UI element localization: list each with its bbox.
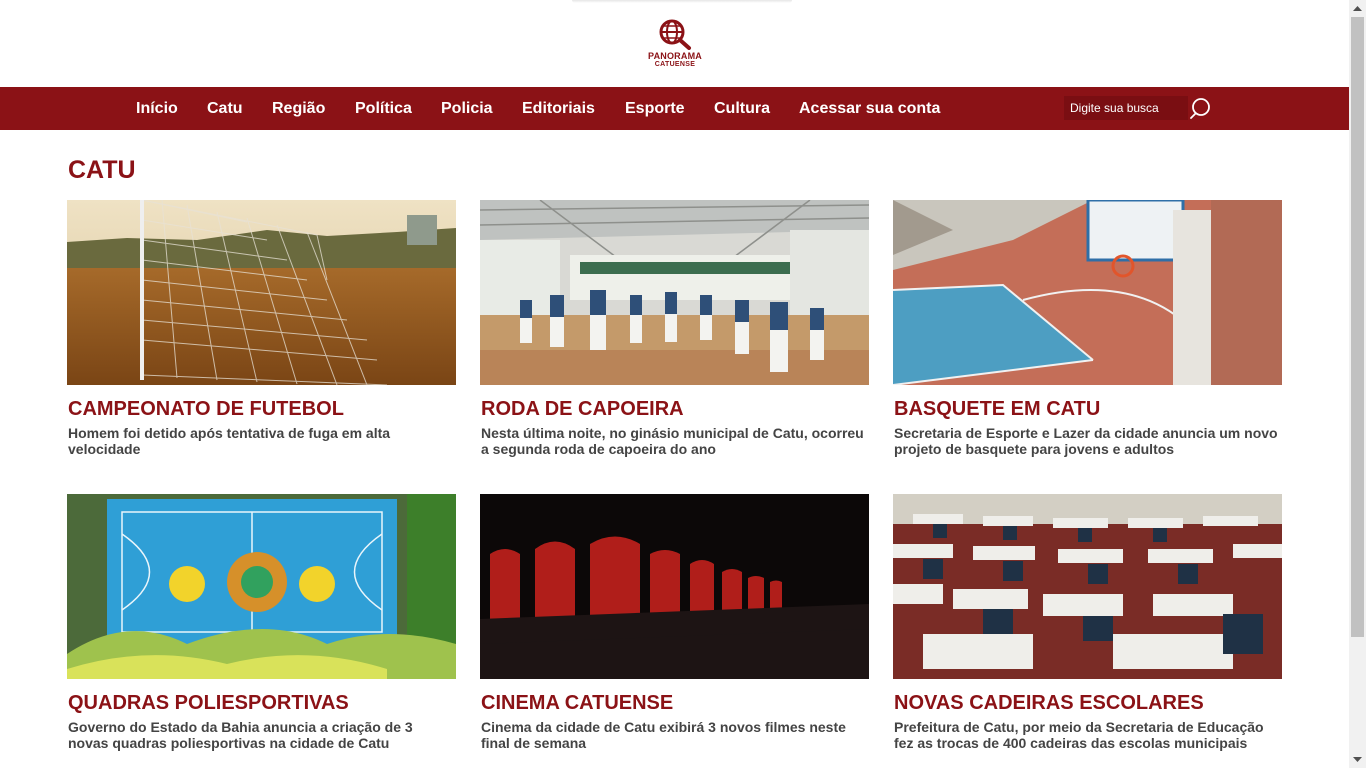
- site-header: PANORAMA CATUENSE: [0, 0, 1349, 87]
- card-title[interactable]: RODA DE CAPOEIRA: [481, 397, 869, 421]
- news-card[interactable]: NOVAS CADEIRAS ESCOLARES Prefeitura de C…: [893, 494, 1282, 751]
- card-description: Secretaria de Esporte e Lazer da cidade …: [894, 425, 1278, 457]
- scroll-up-arrow-icon[interactable]: [1349, 0, 1366, 17]
- card-description: Prefeitura de Catu, por meio da Secretar…: [894, 719, 1264, 751]
- cinema-seats-photo[interactable]: [480, 494, 869, 679]
- news-card[interactable]: QUADRAS POLIESPORTIVAS Governo do Estado…: [67, 494, 456, 751]
- news-card[interactable]: RODA DE CAPOEIRA Nesta última noite, no …: [480, 200, 869, 457]
- card-title[interactable]: NOVAS CADEIRAS ESCOLARES: [894, 691, 1282, 715]
- nav-item-esporte[interactable]: Esporte: [625, 87, 685, 130]
- card-description: Governo do Estado da Bahia anuncia a cri…: [68, 719, 413, 751]
- basketball-court-photo[interactable]: [893, 200, 1282, 385]
- top-shadow: [572, 0, 792, 3]
- card-title[interactable]: CINEMA CATUENSE: [481, 691, 869, 715]
- nav-item-policia[interactable]: Policia: [441, 87, 493, 130]
- scroll-down-arrow-icon[interactable]: [1349, 751, 1366, 768]
- nav-item-catu[interactable]: Catu: [207, 87, 243, 130]
- search-icon[interactable]: [1190, 97, 1214, 121]
- nav-item-editoriais[interactable]: Editoriais: [522, 87, 595, 130]
- classroom-desks-photo[interactable]: [893, 494, 1282, 679]
- card-title[interactable]: CAMPEONATO DE FUTEBOL: [68, 397, 456, 421]
- news-card[interactable]: CINEMA CATUENSE Cinema da cidade de Catu…: [480, 494, 869, 751]
- nav-item-cultura[interactable]: Cultura: [714, 87, 770, 130]
- section-title: CATU: [68, 156, 136, 184]
- vertical-scrollbar[interactable]: [1349, 0, 1366, 768]
- site-logo[interactable]: PANORAMA CATUENSE: [636, 18, 714, 78]
- card-title[interactable]: BASQUETE EM CATU: [894, 397, 1282, 421]
- scrollbar-thumb[interactable]: [1351, 17, 1364, 637]
- card-title[interactable]: QUADRAS POLIESPORTIVAS: [68, 691, 456, 715]
- logo-text-line2: CATUENSE: [654, 61, 696, 68]
- nav-item-acessar-conta[interactable]: Acessar sua conta: [799, 87, 940, 130]
- sports-court-aerial-photo[interactable]: [67, 494, 456, 679]
- logo-text-line1: PANORAMA: [648, 51, 702, 61]
- soccer-goal-photo[interactable]: [67, 200, 456, 385]
- capoeira-gym-photo[interactable]: [480, 200, 869, 385]
- globe-search-logo-icon: [659, 19, 691, 50]
- card-description: Homem foi detido após tentativa de fuga …: [68, 425, 391, 457]
- nav-item-politica[interactable]: Política: [355, 87, 412, 130]
- nav-item-inicio[interactable]: Início: [136, 87, 178, 130]
- nav-item-regiao[interactable]: Região: [272, 87, 325, 130]
- news-card[interactable]: BASQUETE EM CATU Secretaria de Esporte e…: [893, 200, 1282, 457]
- card-description: Nesta última noite, no ginásio municipal…: [481, 425, 864, 457]
- news-card[interactable]: CAMPEONATO DE FUTEBOL Homem foi detido a…: [67, 200, 456, 457]
- search-box: [1064, 96, 1190, 120]
- card-description: Cinema da cidade de Catu exibirá 3 novos…: [481, 719, 846, 751]
- search-input[interactable]: [1064, 96, 1190, 120]
